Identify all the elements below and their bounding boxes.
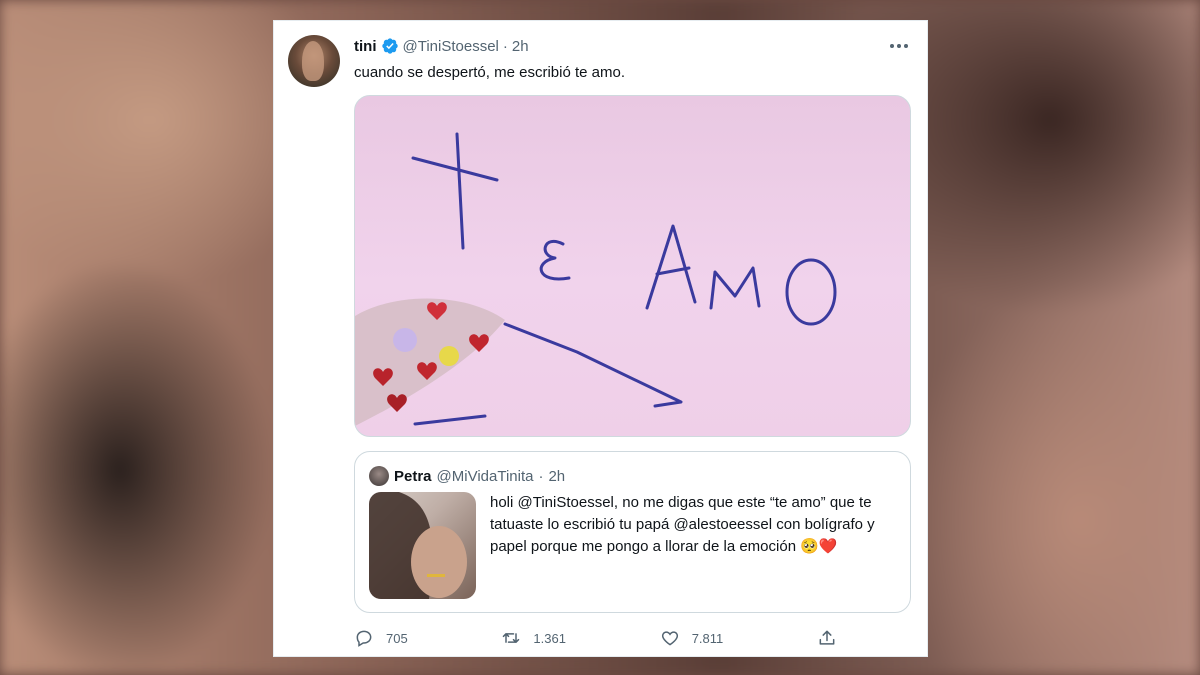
handwritten-note-image	[355, 132, 837, 426]
retweet-icon	[503, 633, 520, 643]
tweet-time[interactable]: 2h	[512, 38, 529, 55]
tweet-header: tini @TiniStoessel · 2h	[354, 35, 913, 57]
quoted-avatar[interactable]	[369, 466, 389, 486]
quoted-author-name[interactable]: Petra	[394, 468, 432, 485]
retweet-button[interactable]: 1.361	[501, 628, 566, 648]
reply-count: 705	[386, 630, 408, 646]
more-icon[interactable]	[885, 35, 913, 57]
separator-dot: ·	[502, 37, 508, 55]
quoted-text: holi @TiniStoessel, no me digas que este…	[490, 494, 875, 555]
share-icon	[819, 630, 835, 645]
quoted-thumbnail[interactable]	[369, 492, 476, 599]
author-name[interactable]: tini	[354, 38, 377, 55]
tweet-text: cuando se despertó, me escribió te amo.	[354, 64, 625, 81]
author-avatar[interactable]	[288, 35, 340, 87]
like-count: 7.811	[691, 630, 724, 646]
tweet-image[interactable]	[354, 95, 911, 437]
painted-nail	[355, 298, 505, 426]
quoted-tweet[interactable]: Petra @MiVidaTinita · 2h holi @TiniStoes…	[354, 451, 911, 613]
reply-button[interactable]: 705	[354, 628, 408, 648]
quoted-header: Petra @MiVidaTinita · 2h	[369, 466, 896, 486]
like-button[interactable]: 7.811	[660, 628, 724, 648]
like-icon	[661, 631, 678, 646]
share-button[interactable]	[817, 628, 837, 648]
author-handle[interactable]: @TiniStoessel	[403, 38, 499, 55]
retweet-count: 1.361	[533, 630, 566, 646]
verified-icon	[381, 38, 398, 54]
quoted-time[interactable]: 2h	[548, 468, 565, 485]
tweet-card[interactable]: tini @TiniStoessel · 2h cuando se desper…	[273, 20, 928, 657]
quoted-author-handle[interactable]: @MiVidaTinita	[437, 468, 534, 485]
reply-icon	[356, 630, 372, 647]
tweet-actions: 705 1.361 7.811	[354, 625, 837, 651]
quoted-thumbnail-image	[369, 492, 467, 599]
quoted-separator-dot: ·	[538, 467, 544, 485]
